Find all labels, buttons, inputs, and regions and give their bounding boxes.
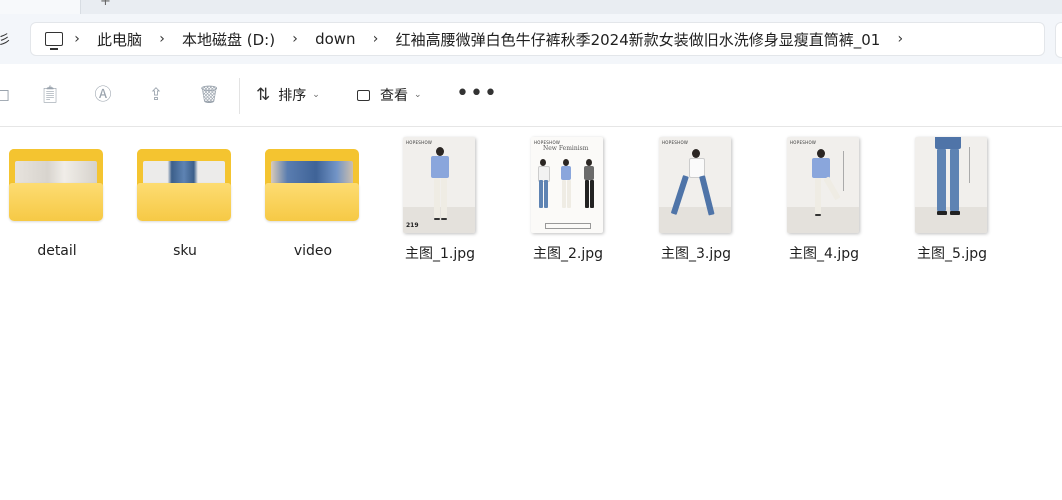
view-button[interactable]: 查看 ⌄: [357, 80, 422, 110]
address-row: 彡 › 此电脑 › 本地磁盘 (D:) › down › 红袖高腰微弹白色牛仔裤…: [0, 14, 1062, 64]
image-item-1[interactable]: HOPESHOW 219 主图_1.jpg: [381, 137, 499, 267]
computer-icon: [45, 32, 63, 50]
file-name: 主图_4.jpg: [788, 246, 860, 262]
tab-strip: +: [0, 0, 1062, 14]
thumb-brand: HOPESHOW: [406, 140, 433, 145]
image-item-4[interactable]: HOPESHOW 主图_4.jpg: [765, 137, 883, 267]
view-label: 查看: [380, 88, 408, 104]
thumb-vertical-text: [843, 151, 844, 191]
image-thumbnail-icon: HOPESHOW: [659, 137, 731, 233]
search-box[interactable]: [1055, 22, 1062, 58]
chevron-down-icon: ⌄: [414, 90, 422, 100]
back-arrow-icon[interactable]: 彡: [0, 29, 11, 48]
tab-active[interactable]: [0, 0, 81, 14]
file-name: 主图_5.jpg: [916, 246, 988, 262]
breadcrumb-down[interactable]: down: [309, 30, 361, 48]
breadcrumb-current-folder[interactable]: 红袖高腰微弹白色牛仔裤秋季2024新款女装做旧水洗修身显瘦直筒裤_01: [390, 29, 887, 50]
image-item-5[interactable]: 主图_5.jpg: [893, 137, 1011, 267]
view-icon: [357, 89, 370, 101]
sort-button[interactable]: ⇅ 排序 ⌄: [256, 80, 320, 110]
chevron-right-icon[interactable]: ›: [63, 31, 91, 47]
image-thumbnail-icon: [915, 137, 987, 233]
file-list: detail sku video HOPESHOW 219 主图_1.jpg H…: [0, 127, 1062, 500]
thumb-price: 219: [406, 222, 419, 229]
file-name: 主图_1.jpg: [404, 246, 476, 262]
image-thumbnail-icon: HOPESHOW: [787, 137, 859, 233]
file-name: sku: [173, 243, 197, 259]
chevron-right-icon[interactable]: ›: [281, 31, 309, 47]
thumb-footer-bar: [545, 223, 591, 229]
thumb-vertical-text: [969, 147, 970, 183]
thumb-headline: New Feminism: [543, 145, 589, 152]
image-item-2[interactable]: HOPESHOW New Feminism 主图_2.jpg: [509, 137, 627, 267]
command-bar: ◻ 📋︎ Ⓐ ⇪ 🗑︎ ⇅ 排序 ⌄ 查看 ⌄ •••: [0, 64, 1062, 127]
sort-icon: ⇅: [256, 85, 271, 105]
image-thumbnail-icon: HOPESHOW 219: [403, 137, 475, 233]
cut-icon[interactable]: ◻: [0, 84, 14, 106]
more-icon[interactable]: •••: [456, 83, 498, 105]
address-bar[interactable]: › 此电脑 › 本地磁盘 (D:) › down › 红袖高腰微弹白色牛仔裤秋季…: [30, 22, 1045, 56]
delete-icon[interactable]: 🗑︎: [198, 84, 220, 106]
file-name: 主图_3.jpg: [660, 246, 732, 262]
thumb-brand: HOPESHOW: [790, 140, 817, 145]
file-name: detail: [37, 243, 77, 259]
breadcrumb-drive-d[interactable]: 本地磁盘 (D:): [176, 29, 281, 50]
toolbar-divider: [239, 78, 240, 114]
breadcrumb-this-pc[interactable]: 此电脑: [91, 29, 148, 50]
paste-icon[interactable]: 📋︎: [39, 84, 61, 106]
chevron-down-icon: ⌄: [312, 90, 320, 100]
folder-item-sku[interactable]: sku: [126, 137, 244, 267]
rename-icon[interactable]: Ⓐ: [92, 84, 114, 106]
image-thumbnail-icon: HOPESHOW New Feminism: [531, 137, 603, 233]
file-name: video: [293, 243, 333, 259]
image-item-3[interactable]: HOPESHOW 主图_3.jpg: [637, 137, 755, 267]
folder-item-detail[interactable]: detail: [0, 137, 116, 267]
folder-icon: [265, 149, 359, 223]
thumb-brand: HOPESHOW: [662, 140, 689, 145]
new-tab-icon[interactable]: +: [100, 0, 111, 9]
sort-label: 排序: [278, 88, 307, 104]
chevron-right-icon[interactable]: ›: [148, 31, 176, 47]
chevron-right-icon[interactable]: ›: [886, 31, 914, 47]
file-name: 主图_2.jpg: [532, 246, 604, 262]
folder-icon: [9, 149, 103, 223]
chevron-right-icon[interactable]: ›: [362, 31, 390, 47]
folder-item-video[interactable]: video: [254, 137, 372, 267]
folder-icon: [137, 149, 231, 223]
share-icon[interactable]: ⇪: [145, 84, 167, 106]
